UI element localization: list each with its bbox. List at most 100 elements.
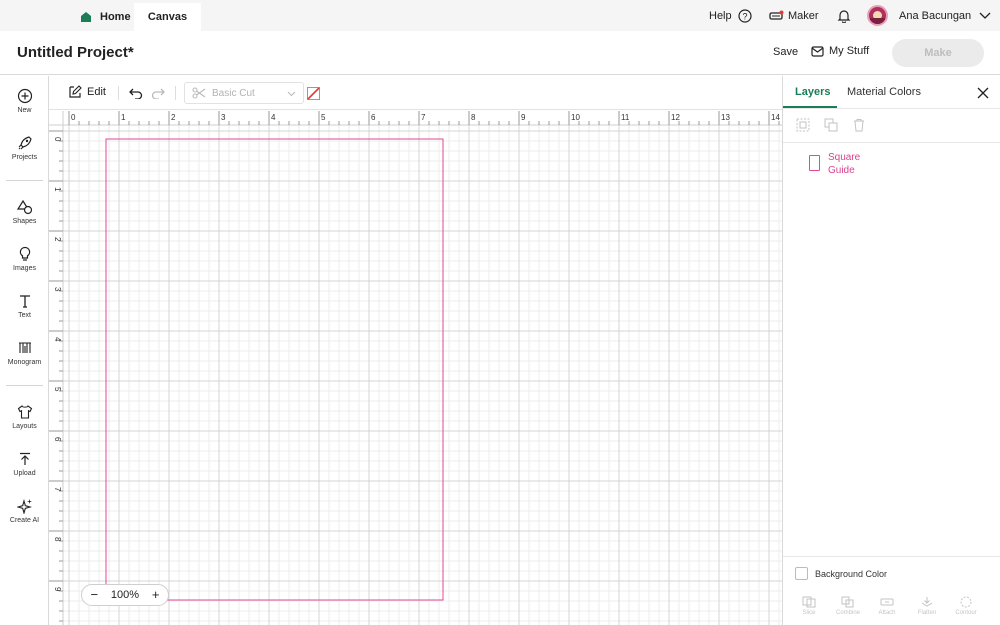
flatten-button[interactable]: Flatten — [909, 596, 945, 616]
machine-label: Maker — [788, 9, 819, 22]
sidebar-item-layouts[interactable]: Layouts — [0, 404, 49, 430]
lightbulb-icon — [19, 246, 30, 261]
slice-label: Slice — [802, 610, 816, 616]
ruler-top-label: 1 — [121, 113, 126, 122]
background-color-toggle[interactable]: Background Color — [795, 567, 887, 580]
user-menu[interactable]: Ana Bacungan — [899, 0, 991, 31]
duplicate-icon[interactable] — [824, 118, 838, 132]
top-bar: Home Canvas Help ? Maker Ana Bacungan — [0, 0, 1000, 31]
sidebar-item-new[interactable]: New — [0, 88, 49, 114]
background-color-label: Background Color — [815, 568, 888, 579]
operation-label: Basic Cut — [212, 87, 255, 99]
my-stuff-button[interactable]: My Stuff — [811, 45, 869, 57]
edit-label: Edit — [87, 86, 106, 98]
ruler-left-label: 6 — [53, 437, 62, 442]
save-button[interactable]: Save — [773, 46, 798, 58]
ruler-left-label: 4 — [53, 337, 62, 342]
tab-canvas-label: Canvas — [147, 11, 188, 23]
zoom-in-button[interactable]: + — [148, 588, 164, 602]
group-icon[interactable] — [796, 118, 810, 132]
avatar[interactable] — [867, 5, 888, 26]
ruler-top-label: 14 — [771, 113, 780, 122]
make-button[interactable]: Make — [892, 39, 984, 67]
home-icon — [81, 12, 91, 22]
ruler-top-label: 3 — [221, 113, 226, 122]
ruler-top-label: 9 — [521, 113, 526, 122]
sidebar-item-monogram[interactable]: Monogram — [0, 340, 49, 366]
contour-label: Contour — [955, 610, 977, 616]
operation-dropdown[interactable]: Basic Cut — [184, 82, 304, 104]
ruler-top-label: 11 — [621, 113, 630, 122]
sparkle-icon — [16, 498, 32, 514]
sidebar-item-text[interactable]: Text — [0, 293, 49, 319]
layer-item-square-guide[interactable]: Square Guide — [783, 146, 1000, 184]
sidebar-label-shapes: Shapes — [12, 218, 37, 225]
sidebar-label-layouts: Layouts — [12, 423, 37, 430]
zoom-out-button[interactable]: − — [86, 588, 102, 602]
toolbar-divider — [118, 86, 119, 100]
design-canvas[interactable]: 0 1 2 3 4 5 6 7 8 9 10 11 12 13 14 0 1 2 3 4 5 6 7 8 9 — [49, 111, 782, 625]
monogram-icon — [18, 342, 31, 353]
attach-button[interactable]: Attach — [869, 596, 905, 616]
ruler-top-label: 0 — [71, 113, 76, 122]
sidebar-label-new: New — [17, 107, 32, 114]
ruler-top-label: 10 — [571, 113, 580, 122]
ruler-top-label: 4 — [271, 113, 276, 122]
shapes-icon — [16, 199, 32, 215]
ruler-left-label: 7 — [53, 487, 62, 492]
slice-button[interactable]: Slice — [791, 596, 827, 616]
ruler-top-label: 6 — [371, 113, 376, 122]
tab-canvas[interactable]: Canvas — [134, 3, 201, 31]
text-icon — [19, 295, 30, 308]
chevron-down-icon — [287, 91, 296, 97]
zoom-control: − 100% + — [81, 584, 169, 606]
sidebar-label-images: Images — [13, 265, 36, 272]
machine-button[interactable]: Maker — [769, 0, 819, 31]
tab-layers-label: Layers — [795, 86, 831, 98]
sidebar-item-projects[interactable]: Projects — [0, 135, 49, 161]
mail-icon — [811, 45, 824, 57]
sidebar-item-upload[interactable]: Upload — [0, 451, 49, 477]
ruler-top-label: 8 — [471, 113, 476, 122]
panel-divider — [783, 142, 1000, 143]
layer-name: Square Guide — [828, 152, 861, 176]
ruler-top-label: 7 — [421, 113, 426, 122]
sidebar-item-images[interactable]: Images — [0, 246, 49, 272]
ruler-left-label: 2 — [53, 237, 62, 242]
canvas-grid[interactable]: 0 1 2 3 4 5 6 7 8 9 10 11 12 13 140123456789 — [49, 111, 782, 625]
redo-icon[interactable] — [151, 87, 165, 99]
slice-icon — [802, 596, 816, 608]
ruler-top-label: 2 — [171, 113, 176, 122]
sidebar-label-monogram: Monogram — [7, 359, 42, 366]
help-label: Help — [709, 9, 732, 22]
tab-home[interactable]: Home — [74, 3, 137, 31]
close-icon[interactable] — [976, 86, 990, 100]
help-button[interactable]: Help ? — [709, 0, 752, 31]
edit-button[interactable]: Edit — [68, 85, 106, 99]
project-title[interactable]: Untitled Project* — [17, 44, 134, 61]
combine-button[interactable]: Combine — [830, 596, 866, 616]
tab-layers[interactable]: Layers — [795, 86, 830, 98]
edit-toolbar: Edit Basic Cut — [49, 76, 782, 110]
bell-icon[interactable] — [837, 9, 851, 23]
question-circle-icon: ? — [738, 8, 752, 23]
ruler-left-label: 8 — [53, 537, 62, 542]
undo-icon[interactable] — [129, 87, 143, 99]
rocket-icon — [18, 136, 32, 150]
tab-material-colors[interactable]: Material Colors — [847, 86, 921, 98]
sidebar-item-create-ai[interactable]: Create AI — [0, 498, 49, 524]
trash-icon[interactable] — [852, 118, 866, 132]
edit-icon — [69, 85, 82, 98]
ruler-left-label: 5 — [53, 387, 62, 392]
svg-text:?: ? — [742, 11, 747, 21]
panel-divider — [783, 108, 1000, 109]
flatten-icon — [921, 597, 933, 607]
contour-button[interactable]: Contour — [948, 596, 984, 616]
ruler-top-label: 5 — [321, 113, 326, 122]
background-color-checkbox[interactable] — [795, 567, 808, 580]
color-swatch-icon[interactable] — [307, 87, 320, 100]
sidebar-item-shapes[interactable]: Shapes — [0, 199, 49, 225]
left-sidebar: New Projects Shapes Images Text Monogram… — [0, 76, 49, 625]
panel-divider — [783, 556, 1000, 557]
flatten-label: Flatten — [917, 610, 937, 616]
